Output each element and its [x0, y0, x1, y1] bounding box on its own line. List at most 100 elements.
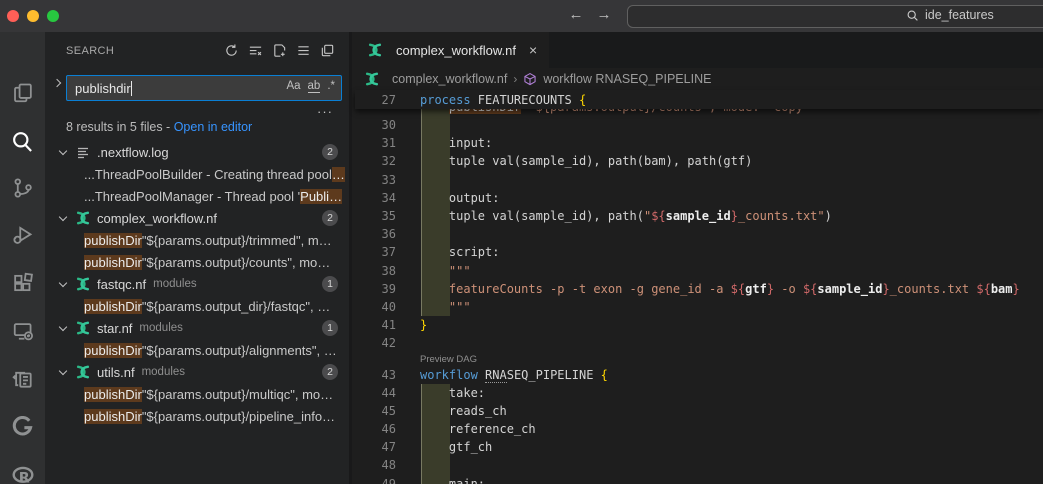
code-line[interactable]: 48: [355, 456, 1043, 474]
traffic-light-zoom[interactable]: [47, 10, 59, 22]
view-as-list-icon[interactable]: [296, 43, 311, 58]
breadcrumb-file[interactable]: complex_workflow.nf: [392, 72, 507, 86]
chevron-down-icon[interactable]: [59, 367, 67, 375]
chevron-down-icon[interactable]: [59, 279, 67, 287]
new-search-editor-icon[interactable]: [272, 43, 287, 58]
activity-remote-explorer[interactable]: [0, 314, 45, 348]
code-line[interactable]: 37 script:: [355, 243, 1043, 261]
codelens-preview-dag[interactable]: Preview DAG: [420, 354, 477, 365]
tab-complex-workflow[interactable]: complex_workflow.nf ×: [355, 32, 549, 68]
search-match-row[interactable]: publishDir "${params.output}/counts", mo…: [45, 251, 352, 273]
clear-search-results-icon[interactable]: [248, 43, 263, 58]
search-file-row[interactable]: utils.nfmodules2: [45, 361, 352, 383]
code-line[interactable]: 34 output:: [355, 189, 1043, 207]
activity-explorer[interactable]: [0, 76, 45, 110]
chevron-down-icon[interactable]: [59, 213, 67, 221]
file-name: .nextflow.log: [97, 145, 169, 160]
code-line[interactable]: 39 featureCounts -p -t exon -g gene_id -…: [355, 280, 1043, 298]
activity-bar: R: [0, 32, 45, 484]
nav-back-button[interactable]: ←: [566, 6, 586, 23]
match-count-badge: 1: [322, 276, 338, 292]
code-line[interactable]: 43workflow RNASEQ_PIPELINE {: [355, 365, 1043, 383]
code-text: input:: [420, 136, 492, 150]
code-text: featureCounts -p -t exon -g gene_id -a $…: [420, 282, 1020, 296]
search-query-value: publishdir: [75, 81, 131, 96]
activity-file-compare[interactable]: [0, 362, 45, 396]
activity-r-language[interactable]: R: [0, 459, 45, 484]
code-line[interactable]: 35 tuple val(sample_id), path("${sample_…: [355, 207, 1043, 225]
search-file-row[interactable]: fastqc.nfmodules1: [45, 273, 352, 295]
search-file-row[interactable]: .nextflow.log2: [45, 141, 352, 163]
refresh-icon[interactable]: [224, 43, 239, 58]
search-match-row[interactable]: ...ThreadPoolManager - Thread pool 'Publ…: [45, 185, 352, 207]
code-text: gtf_ch: [420, 440, 492, 454]
search-match-row[interactable]: publishDir "${params.output}/trimmed", m…: [45, 229, 352, 251]
code-line[interactable]: publishDir "${params.output}/counts", mo…: [355, 109, 1043, 116]
nextflow-icon: [75, 210, 91, 226]
search-match-row[interactable]: ...ThreadPoolBuilder - Creating thread p…: [45, 163, 352, 185]
code-line[interactable]: 49 main:: [355, 475, 1043, 484]
code-line[interactable]: 42: [355, 334, 1043, 352]
chevron-down-icon[interactable]: [59, 323, 67, 331]
toggle-replace-chevron[interactable]: [53, 79, 61, 87]
match-count-badge: 2: [322, 364, 338, 380]
code-line[interactable]: 41}: [355, 316, 1043, 334]
search-match-row[interactable]: publishDir "${params.output}/alignments"…: [45, 339, 352, 361]
code-line[interactable]: 30: [355, 116, 1043, 134]
results-summary: 8 results in 5 files - Open in editor: [66, 120, 252, 134]
tab-close-icon[interactable]: ×: [529, 42, 537, 58]
regex-toggle[interactable]: .*: [327, 80, 335, 93]
sticky-scroll-line[interactable]: 27process FEATURECOUNTS {: [355, 90, 1043, 109]
traffic-light-close[interactable]: [7, 10, 19, 22]
search-file-row[interactable]: complex_workflow.nf2: [45, 207, 352, 229]
match-highlight: publishDir: [84, 409, 142, 424]
activity-search[interactable]: [0, 124, 45, 158]
more-actions-button[interactable]: ···: [317, 104, 333, 119]
code-line[interactable]: 44 take:: [355, 384, 1043, 402]
activity-extensions[interactable]: [0, 266, 45, 300]
search-file-row[interactable]: star.nfmodules1: [45, 317, 352, 339]
code-line[interactable]: 45 reads_ch: [355, 402, 1043, 420]
code-line[interactable]: 36: [355, 225, 1043, 243]
code-line[interactable]: 33: [355, 171, 1043, 189]
search-results-tree: .nextflow.log2...ThreadPoolBuilder - Cre…: [45, 141, 352, 427]
line-number: 47: [355, 440, 396, 454]
code-line[interactable]: 38 """: [355, 262, 1043, 280]
code-line[interactable]: 31 input:: [355, 134, 1043, 152]
search-match-row[interactable]: publishDir "${params.output}/multiqc", m…: [45, 383, 352, 405]
line-number: 42: [355, 336, 396, 350]
command-center[interactable]: ide_features: [627, 5, 1043, 28]
code-text: process FEATURECOUNTS {: [420, 93, 586, 107]
nextflow-icon: [364, 71, 380, 87]
code-text: output:: [420, 191, 499, 205]
code-text: main:: [420, 477, 485, 484]
code-area[interactable]: 27process FEATURECOUNTS { publishDir "${…: [355, 90, 1043, 484]
collapse-all-icon[interactable]: [320, 43, 335, 58]
match-case-toggle[interactable]: Aa: [286, 80, 300, 93]
code-line[interactable]: 47 gtf_ch: [355, 438, 1043, 456]
search-input[interactable]: publishdir Aa ab .*: [66, 75, 342, 101]
title-bar: ← → ide_features: [0, 0, 1043, 32]
code-text: tuple val(sample_id), path("${sample_id}…: [420, 209, 832, 223]
nav-forward-button[interactable]: →: [594, 6, 614, 23]
code-line[interactable]: 40 """: [355, 298, 1043, 316]
match-post-text: "${params.output}/pipeline_info…: [142, 409, 335, 424]
activity-gitlens[interactable]: [0, 410, 45, 444]
search-match-row[interactable]: publishDir "${params.output}/pipeline_in…: [45, 405, 352, 427]
line-number: 44: [355, 386, 396, 400]
activity-source-control[interactable]: [0, 171, 45, 205]
match-count-badge: 2: [322, 210, 338, 226]
whole-word-toggle[interactable]: ab: [308, 80, 321, 93]
activity-run-debug[interactable]: [0, 218, 45, 252]
breadcrumb-symbol[interactable]: workflow RNASEQ_PIPELINE: [543, 72, 711, 86]
open-in-editor-link[interactable]: Open in editor: [174, 120, 253, 134]
code-line[interactable]: 46 reference_ch: [355, 420, 1043, 438]
nextflow-icon: [75, 320, 91, 336]
match-highlight: publishDir: [84, 343, 142, 358]
chevron-down-icon[interactable]: [59, 147, 67, 155]
match-post-text: "${params.output}/counts", mo…: [142, 255, 330, 270]
code-line[interactable]: 32 tuple val(sample_id), path(bam), path…: [355, 152, 1043, 170]
nextflow-icon: [364, 71, 380, 87]
search-match-row[interactable]: publishDir "${params.output_dir}/fastqc"…: [45, 295, 352, 317]
traffic-light-minimize[interactable]: [27, 10, 39, 22]
